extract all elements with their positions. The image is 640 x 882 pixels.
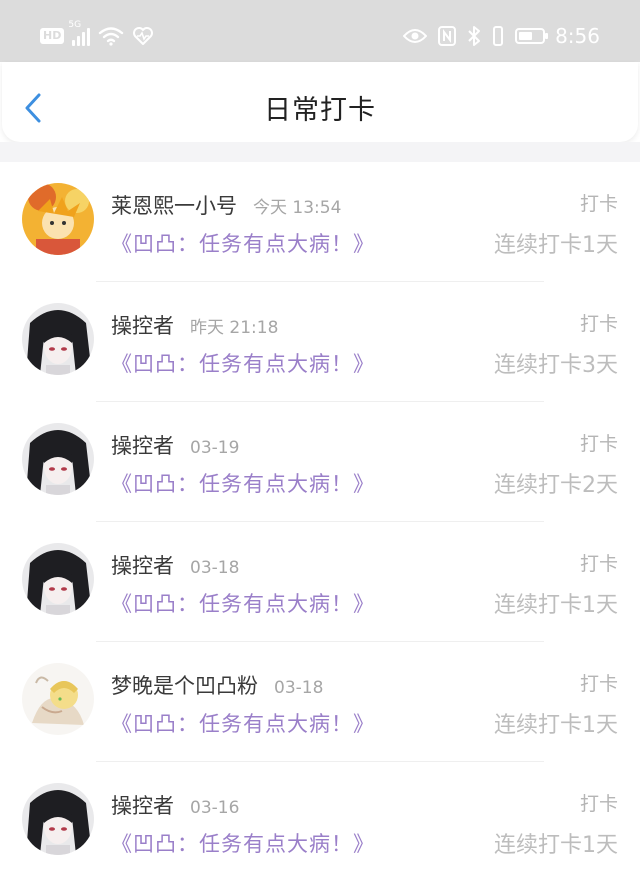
list-item[interactable]: 操控者 03-16 《凹凸：任务有点大病！》 打卡 连续打卡1天 (0, 762, 640, 882)
checkin-action[interactable]: 打卡 (580, 429, 618, 456)
nfc-icon (438, 26, 457, 46)
checkin-action[interactable]: 打卡 (580, 189, 618, 216)
section-gap (0, 142, 640, 162)
header: 日常打卡 (2, 62, 638, 142)
bluetooth-icon (468, 26, 481, 46)
user-name: 操控者 03-16 (111, 794, 240, 818)
task-name[interactable]: 《凹凸：任务有点大病！》 (111, 588, 375, 618)
checkin-action[interactable]: 打卡 (580, 669, 618, 696)
list-item[interactable]: 梦晚是个凹凸粉 03-18 《凹凸：任务有点大病！》 打卡 连续打卡1天 (0, 642, 640, 762)
vibrate-icon (493, 26, 504, 46)
list-item[interactable]: 操控者 03-18 《凹凸：任务有点大病！》 打卡 连续打卡1天 (0, 522, 640, 642)
avatar[interactable] (22, 543, 94, 615)
hd-badge: HD (40, 28, 65, 44)
timestamp: 03-16 (190, 798, 240, 818)
clock: 8:56 (555, 24, 600, 48)
streak-count: 连续打卡1天 (494, 713, 618, 738)
status-bar: HD 5G 8:56 (0, 0, 640, 62)
list-item[interactable]: 操控者 昨天 21:18 《凹凸：任务有点大病！》 打卡 连续打卡3天 (0, 282, 640, 402)
streak-count: 连续打卡3天 (494, 353, 618, 378)
checkin-action[interactable]: 打卡 (580, 309, 618, 336)
user-name: 操控者 03-18 (111, 554, 240, 578)
list-item[interactable]: 操控者 03-19 《凹凸：任务有点大病！》 打卡 连续打卡2天 (0, 402, 640, 522)
streak-count: 连续打卡1天 (494, 833, 618, 858)
task-name[interactable]: 《凹凸：任务有点大病！》 (111, 708, 375, 738)
task-name[interactable]: 《凹凸：任务有点大病！》 (111, 348, 375, 378)
checkin-action[interactable]: 打卡 (580, 789, 618, 816)
wifi-icon (99, 27, 124, 46)
avatar[interactable] (22, 663, 94, 735)
streak-count: 连续打卡1天 (494, 233, 618, 258)
heart-monitor-icon (133, 27, 154, 45)
avatar[interactable] (22, 423, 94, 495)
user-name: 梦晚是个凹凸粉 03-18 (111, 674, 324, 698)
timestamp: 03-18 (274, 678, 324, 698)
avatar[interactable] (22, 303, 94, 375)
user-name: 莱恩熙一小号 今天 13:54 (111, 194, 342, 218)
battery-icon (515, 28, 549, 44)
task-name[interactable]: 《凹凸：任务有点大病！》 (111, 468, 375, 498)
timestamp: 03-19 (190, 438, 240, 458)
user-name: 操控者 03-19 (111, 434, 240, 458)
status-right: 8:56 (403, 20, 600, 52)
task-name[interactable]: 《凹凸：任务有点大病！》 (111, 828, 375, 858)
avatar[interactable] (22, 783, 94, 855)
eye-icon (403, 29, 428, 43)
status-left: HD 5G (40, 20, 154, 50)
timestamp: 03-18 (190, 558, 240, 578)
avatar[interactable] (22, 183, 94, 255)
streak-count: 连续打卡2天 (494, 473, 618, 498)
checkin-action[interactable]: 打卡 (580, 549, 618, 576)
list-item[interactable]: 莱恩熙一小号 今天 13:54 《凹凸：任务有点大病！》 打卡 连续打卡1天 (0, 162, 640, 282)
timestamp: 昨天 21:18 (190, 318, 279, 338)
network-type: 5G (68, 20, 82, 30)
streak-count: 连续打卡1天 (494, 593, 618, 618)
cellular-signal-icon: 5G (68, 20, 91, 46)
user-name: 操控者 昨天 21:18 (111, 314, 279, 338)
task-name[interactable]: 《凹凸：任务有点大病！》 (111, 228, 375, 258)
timestamp: 今天 13:54 (253, 198, 342, 218)
page-title: 日常打卡 (264, 95, 376, 126)
checkin-list: 莱恩熙一小号 今天 13:54 《凹凸：任务有点大病！》 打卡 连续打卡1天 操控… (0, 162, 640, 882)
